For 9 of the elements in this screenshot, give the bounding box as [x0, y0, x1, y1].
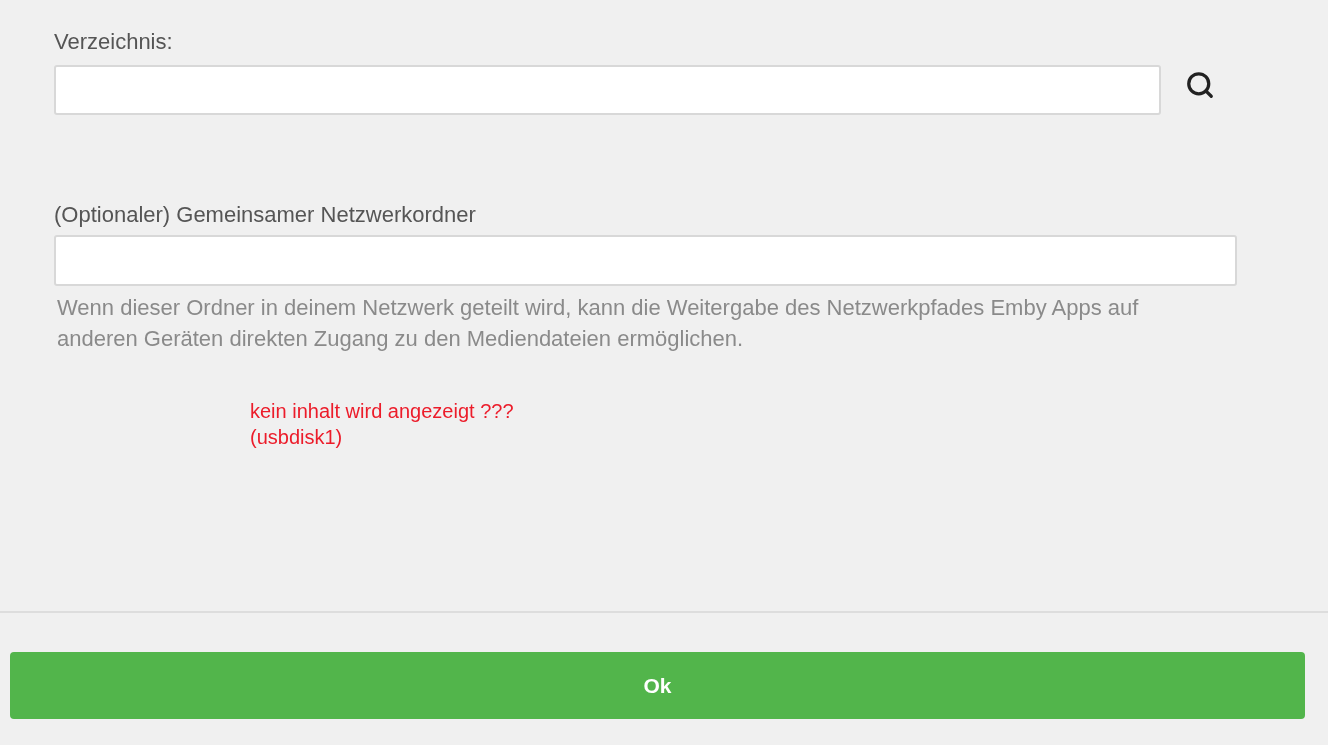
field-label: (Optionaler) Gemeinsamer Netzwerkordner — [54, 201, 476, 229]
help-text: Wenn dieser Ordner in deinem Netzwerk geteilt wird, kann die Weitergabe des Netzwerkpfades Emby Apps auf anderen Geräten direkten Zugang zu den Mediendateien ermöglichen. — [57, 294, 1140, 353]
ok-button[interactable]: Ok — [10, 652, 1305, 719]
annotation-text: (usbdisk1) — [250, 425, 343, 450]
annotation-text: kein inhalt wird angezeigt ??? — [250, 399, 514, 424]
field-label: Verzeichnis: — [54, 28, 173, 56]
input-field[interactable] — [54, 235, 1237, 286]
search-icon — [1185, 70, 1215, 100]
input-field[interactable] — [54, 65, 1161, 115]
